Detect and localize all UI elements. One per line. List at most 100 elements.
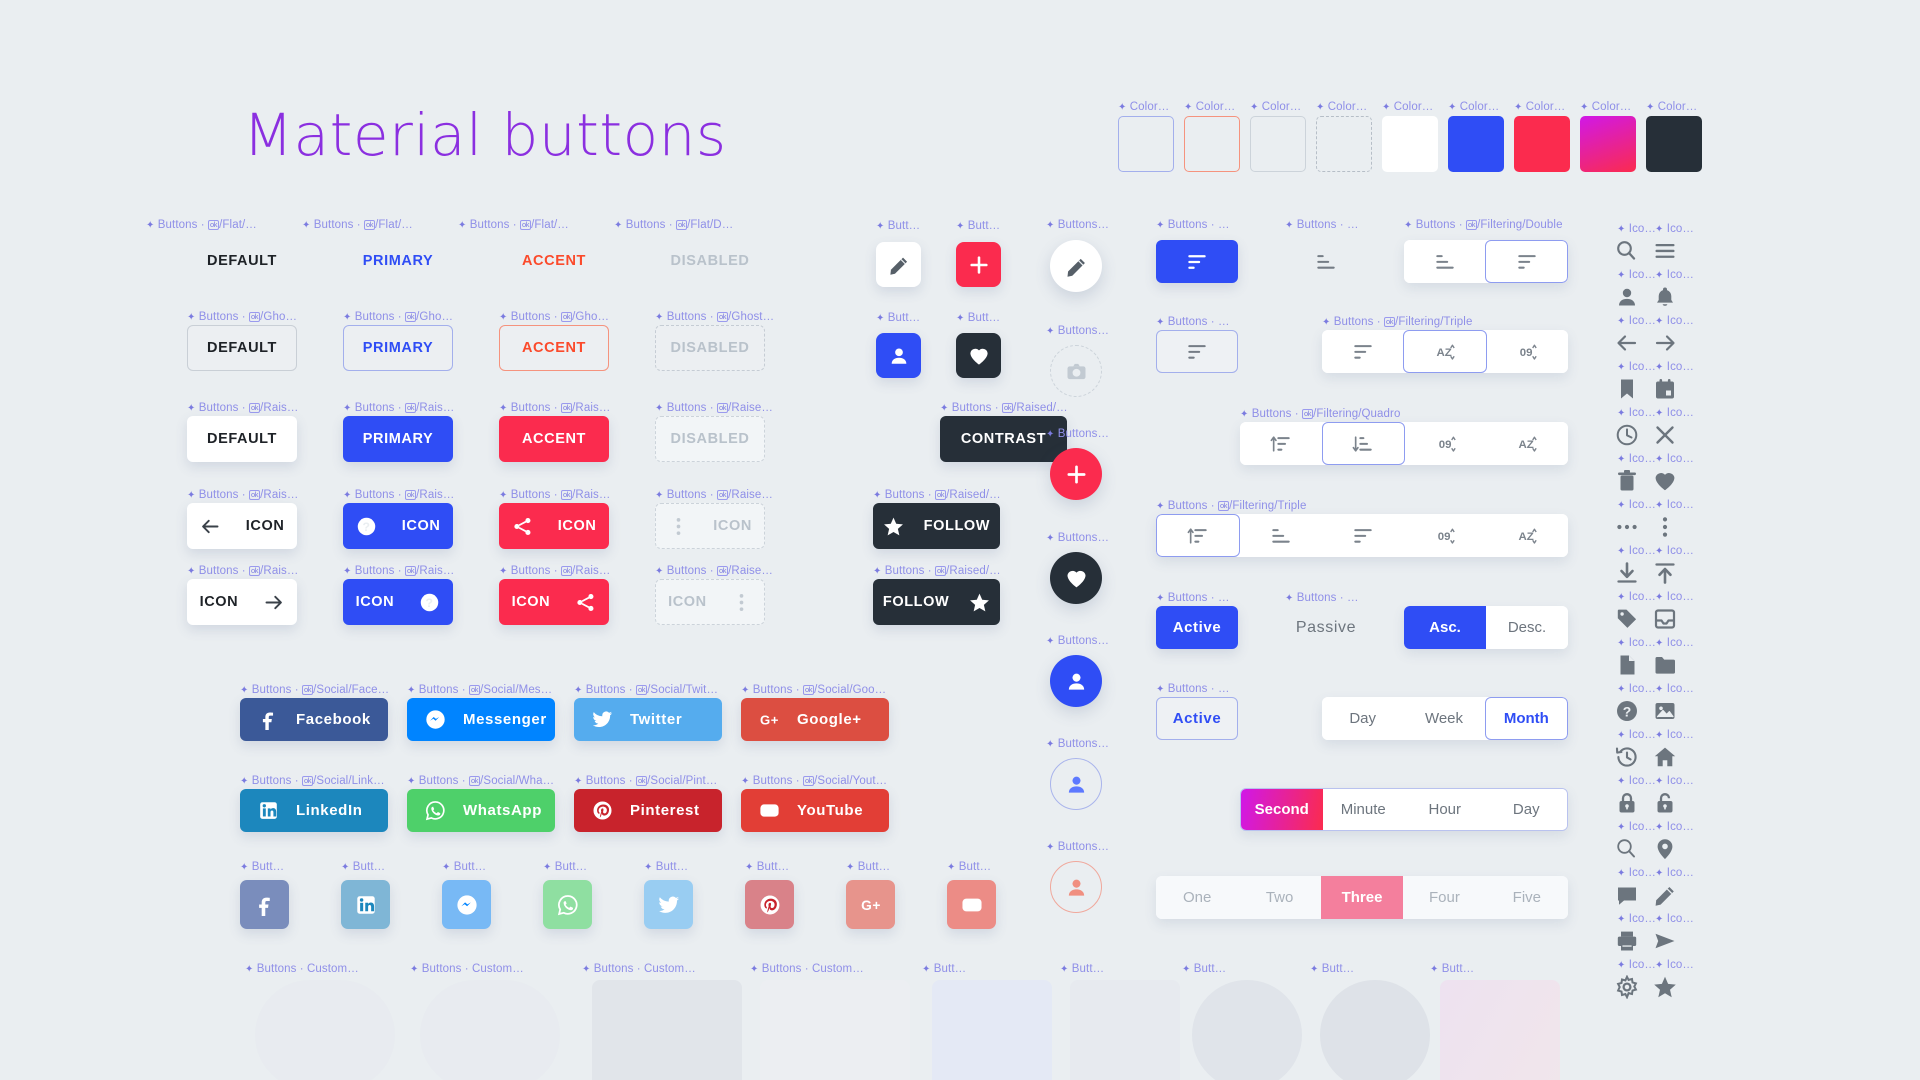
clock-icon[interactable] [1615, 423, 1639, 447]
filter-sort[interactable] [1322, 330, 1404, 373]
raised-default[interactable]: DEFAULT [187, 416, 297, 462]
star-icon[interactable] [1653, 975, 1677, 999]
raised-icon-right-follow[interactable]: FOLLOW [873, 579, 1000, 625]
tb-numeric[interactable]: 09 [1404, 514, 1486, 557]
linkedin-button[interactable]: LinkedIn [240, 789, 388, 832]
toggle-desc[interactable]: Desc. [1486, 606, 1568, 649]
toggle-month[interactable]: Month [1484, 697, 1568, 740]
printer-icon[interactable] [1615, 929, 1639, 953]
help-icon[interactable]: ? [1615, 699, 1639, 723]
upload-icon[interactable] [1653, 561, 1677, 585]
lock-icon[interactable] [1615, 791, 1639, 815]
color-outline-primary[interactable] [1118, 116, 1174, 172]
chat-icon[interactable] [1615, 883, 1639, 907]
color-dark[interactable] [1646, 116, 1702, 172]
whatsapp-tile[interactable] [543, 880, 592, 929]
color-red[interactable] [1514, 116, 1570, 172]
calendar-icon[interactable] [1653, 377, 1677, 401]
youtube-tile[interactable] [947, 880, 996, 929]
inbox-icon[interactable] [1653, 607, 1677, 631]
fab-heart-circle[interactable] [1050, 552, 1102, 604]
image-icon[interactable] [1653, 699, 1677, 723]
fab-edit-circle[interactable] [1050, 240, 1102, 292]
arrow-right-icon[interactable] [1653, 331, 1677, 355]
color-white[interactable] [1382, 116, 1438, 172]
color-blue[interactable] [1448, 116, 1504, 172]
filter-double-desc[interactable] [1485, 240, 1568, 283]
color-outline-dashed[interactable] [1316, 116, 1372, 172]
custom-card-0[interactable] [255, 980, 395, 1080]
fab-user-blue[interactable] [876, 333, 921, 378]
pinterest-button[interactable]: Pinterest [574, 789, 722, 832]
raised-icon-left-default[interactable]: ICON [187, 503, 297, 549]
filter-double-asc[interactable] [1404, 240, 1485, 283]
googleplus-button[interactable]: G+ Google+ [741, 698, 889, 741]
toggle-one[interactable]: One [1156, 876, 1239, 919]
toggle-five[interactable]: Five [1485, 876, 1568, 919]
filter-sort-blue[interactable] [1156, 240, 1238, 283]
custom-card-4[interactable] [932, 980, 1052, 1080]
quadro-sort-amount-down[interactable] [1321, 422, 1405, 465]
filter-numeric[interactable]: 09 [1486, 330, 1568, 373]
toggle-second[interactable]: Second [1241, 789, 1323, 830]
ghost-disabled[interactable]: DISABLED [655, 325, 765, 371]
raised-icon-left-primary[interactable]: ? ICON [343, 503, 453, 549]
toggle-hour[interactable]: Hour [1404, 789, 1486, 830]
toggle-day[interactable]: Day [1322, 697, 1404, 740]
raised-icon-left-follow[interactable]: FOLLOW [873, 503, 1000, 549]
dots-vertical-icon[interactable] [1653, 515, 1677, 539]
toggle-day2[interactable]: Day [1485, 789, 1567, 830]
flat-disabled[interactable]: DISABLED [614, 241, 806, 281]
raised-icon-left-disabled[interactable]: ICON [655, 503, 765, 549]
whatsapp-button[interactable]: WhatsApp [407, 789, 555, 832]
googleplus-tile[interactable]: G+ [846, 880, 895, 929]
custom-card-8[interactable] [1440, 980, 1560, 1080]
tb-alpha[interactable]: AZ [1486, 514, 1568, 557]
fab-user-outline-red[interactable] [1050, 861, 1102, 913]
raised-icon-right-primary[interactable]: ICON? [343, 579, 453, 625]
download-icon[interactable] [1615, 561, 1639, 585]
raised-primary[interactable]: PRIMARY [343, 416, 453, 462]
color-magenta[interactable] [1580, 116, 1636, 172]
color-outline-grey[interactable] [1250, 116, 1306, 172]
pinterest-tile[interactable] [745, 880, 794, 929]
fab-heart-dark[interactable] [956, 333, 1001, 378]
tag-icon[interactable] [1615, 607, 1639, 631]
linkedin-tile[interactable] [341, 880, 390, 929]
toggle-four[interactable]: Four [1403, 876, 1486, 919]
toggle-active-outline[interactable]: Active [1156, 697, 1238, 740]
heart-icon[interactable] [1653, 469, 1677, 493]
ghost-default[interactable]: DEFAULT [187, 325, 297, 371]
ghost-primary[interactable]: PRIMARY [343, 325, 453, 371]
quadro-sort-amount-up[interactable] [1240, 422, 1322, 465]
dots-horizontal-icon[interactable] [1615, 515, 1639, 539]
youtube-button[interactable]: YouTube [741, 789, 889, 832]
custom-card-7[interactable] [1320, 980, 1430, 1080]
pencil-icon[interactable] [1653, 883, 1677, 907]
toggle-three[interactable]: Three [1320, 876, 1404, 919]
fab-add-red[interactable] [956, 242, 1001, 287]
color-outline-accent[interactable] [1184, 116, 1240, 172]
history-icon[interactable] [1615, 745, 1639, 769]
tb-sort-desc[interactable] [1322, 514, 1404, 557]
tb-sort-amount[interactable] [1156, 514, 1240, 557]
fab-user-circle[interactable] [1050, 655, 1102, 707]
quadro-alpha[interactable]: AZ [1486, 422, 1568, 465]
raised-icon-right-accent[interactable]: ICON [499, 579, 609, 625]
fab-user-outline[interactable] [1050, 758, 1102, 810]
menu-icon[interactable] [1653, 239, 1677, 263]
tb-sort-asc[interactable] [1240, 514, 1322, 557]
messenger-button[interactable]: Messenger [407, 698, 555, 741]
fab-camera-dashed[interactable] [1050, 345, 1102, 397]
home-icon[interactable] [1653, 745, 1677, 769]
close-icon[interactable] [1653, 423, 1677, 447]
toggle-asc[interactable]: Asc. [1404, 606, 1486, 649]
filter-sort-outline[interactable] [1156, 330, 1238, 373]
facebook-tile[interactable] [240, 880, 289, 929]
custom-card-1[interactable] [420, 980, 560, 1080]
pin-icon[interactable] [1653, 837, 1677, 861]
toggle-two[interactable]: Two [1238, 876, 1321, 919]
raised-accent[interactable]: ACCENT [499, 416, 609, 462]
bookmark-icon[interactable] [1615, 377, 1639, 401]
bell-icon[interactable] [1653, 285, 1677, 309]
